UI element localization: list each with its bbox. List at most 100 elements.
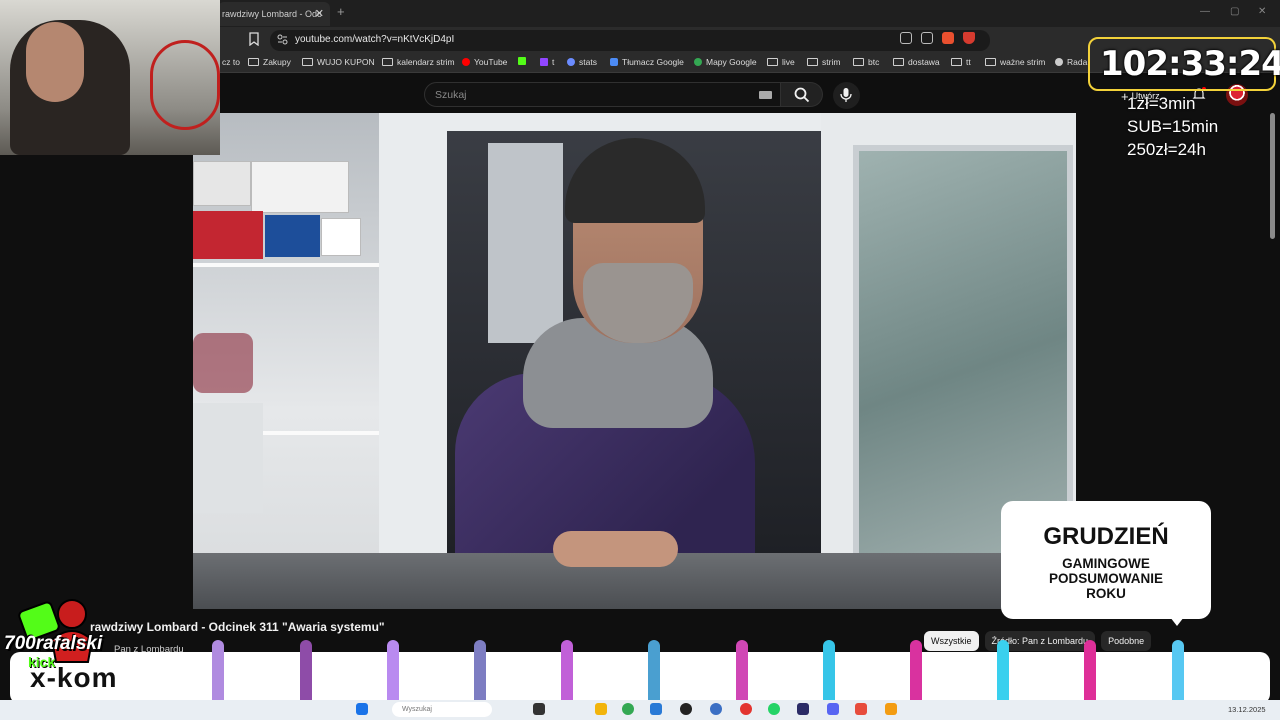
close-tab-icon[interactable]: ✕ — [315, 2, 324, 26]
webcam-face — [26, 22, 84, 102]
bookmark-folder[interactable]: Zakupy — [248, 57, 291, 67]
taskbar-app-icon[interactable] — [650, 703, 662, 715]
obs-icon[interactable] — [680, 703, 692, 715]
microphone-icon — [840, 88, 852, 102]
promo-line: PODSUMOWANIE — [1048, 571, 1163, 586]
promo-line: ROKU — [1086, 586, 1126, 601]
bookmark-item[interactable]: t — [540, 57, 554, 67]
rate-sub: SUB=15min — [1127, 117, 1219, 136]
folder-icon — [302, 58, 313, 66]
address-actions — [900, 32, 975, 44]
windows-start-icon[interactable] — [356, 703, 368, 715]
folder-icon — [807, 58, 818, 66]
bookmark-item[interactable] — [518, 57, 526, 65]
rate-big-donation: 250zł=24h — [1127, 140, 1206, 159]
new-tab-icon[interactable]: + — [337, 4, 345, 19]
scrollbar[interactable] — [1270, 113, 1275, 239]
voice-search-button[interactable] — [833, 82, 860, 109]
kick-icon — [518, 57, 526, 65]
whatsapp-icon[interactable] — [768, 703, 780, 715]
rate-donation: 1zł=3min — [1127, 94, 1196, 113]
minimize-icon[interactable]: — — [1200, 6, 1210, 17]
taskbar-search[interactable]: Wyszukaj — [392, 702, 492, 717]
product-box — [193, 211, 263, 259]
bookmark-folder[interactable]: live — [767, 57, 795, 67]
bookmark-item[interactable]: Mapy Google — [694, 57, 757, 67]
bookmark-item[interactable]: stats — [567, 57, 597, 67]
product-box — [193, 161, 251, 206]
share-icon[interactable] — [921, 32, 933, 44]
rewards-icon[interactable] — [963, 32, 975, 44]
bookmark-folder[interactable]: WUJO KUPON — [302, 57, 375, 67]
discord-icon[interactable] — [827, 703, 839, 715]
browser-tab[interactable]: rawdziwy Lombard - Odc ✕ — [218, 2, 330, 26]
folder-icon — [951, 58, 962, 66]
product-box — [321, 218, 361, 256]
product-box — [193, 403, 263, 513]
video-player[interactable] — [193, 113, 1076, 609]
chrome-icon[interactable] — [622, 703, 634, 715]
webcam-feed — [0, 0, 220, 155]
screen: rawdziwy Lombard - Odc ✕ + — ▢ ✕ youtube… — [0, 0, 1280, 720]
brave-shield-icon[interactable] — [942, 32, 954, 44]
helmet — [193, 333, 253, 393]
bookmark-item[interactable]: cz to — [222, 57, 240, 67]
bookmark-folder[interactable]: tt — [951, 57, 971, 67]
bookmark-folder[interactable]: kalendarz strim — [382, 57, 455, 67]
taskbar-app-icon[interactable] — [740, 703, 752, 715]
taskbar-app-icon[interactable] — [797, 703, 809, 715]
url-field[interactable]: youtube.com/watch?v=nKtVcKjD4pI — [270, 30, 990, 51]
bookmark-folder[interactable]: strim — [807, 57, 840, 67]
keyboard-icon[interactable] — [759, 91, 772, 99]
youtube-icon — [462, 58, 470, 66]
chip-related[interactable]: Podobne — [1101, 631, 1152, 651]
bookmark-folder[interactable]: btc — [853, 57, 879, 67]
bookmark-folder[interactable]: dostawa — [893, 57, 940, 67]
site-info-icon[interactable] — [277, 34, 288, 45]
search-button[interactable] — [781, 82, 823, 107]
taskbar-date[interactable]: 13.12.2025 — [1228, 705, 1266, 714]
explorer-icon[interactable] — [595, 703, 607, 715]
promo-line: GAMINGOWE — [1062, 556, 1150, 571]
maps-icon — [694, 58, 702, 66]
twitch-icon — [540, 58, 548, 66]
drop-icon — [1055, 58, 1063, 66]
video-title: rawdziwy Lombard - Odcinek 311 "Awaria s… — [90, 620, 385, 634]
promo-card-tail — [1170, 617, 1184, 626]
folder-icon — [248, 58, 259, 66]
tab-title: rawdziwy Lombard - Odc — [222, 9, 322, 19]
taskbar-app-icon[interactable] — [710, 703, 722, 715]
taskbar-app-icon[interactable] — [533, 703, 545, 715]
platform-label: kick — [28, 654, 56, 670]
bookmark-icon[interactable] — [248, 32, 260, 46]
folder-icon — [382, 58, 393, 66]
video-scene-shelves — [193, 113, 379, 609]
taskbar — [0, 700, 1280, 720]
timer-rates: 1zł=3min SUB=15min 250zł=24h — [1127, 92, 1218, 161]
bookmark-folder[interactable]: ważne strim — [985, 57, 1045, 67]
bookmark-item[interactable]: Tłumacz Google — [610, 57, 684, 67]
search-icon — [794, 87, 810, 103]
taskbar-app-icon[interactable] — [855, 703, 867, 715]
subathon-timer: 102:33:24 — [1100, 44, 1280, 84]
maximize-icon[interactable]: ▢ — [1230, 6, 1239, 17]
folder-icon — [893, 58, 904, 66]
promo-card: GRUDZIEŃ GAMINGOWE PODSUMOWANIE ROKU — [1001, 501, 1211, 619]
folder-icon — [767, 58, 778, 66]
product-box — [251, 161, 349, 213]
search-input[interactable]: Szukaj — [424, 82, 781, 107]
promo-title: GRUDZIEŃ — [1043, 523, 1169, 550]
streamer-name: 700rafalski — [4, 633, 103, 654]
bookmark-item[interactable]: Rada — [1055, 57, 1087, 67]
url-text: youtube.com/watch?v=nKtVcKjD4pI — [295, 34, 455, 45]
stats-icon — [567, 58, 575, 66]
close-window-icon[interactable]: ✕ — [1258, 6, 1266, 17]
recommendation-chips: Wszystkie Źródło: Pan z Lombardu Podobne — [924, 631, 1152, 651]
shelf — [193, 263, 379, 267]
folder-icon — [985, 58, 996, 66]
taskbar-app-icon[interactable] — [885, 703, 897, 715]
chip-all[interactable]: Wszystkie — [924, 631, 979, 651]
bookmark-item[interactable]: YouTube — [462, 57, 507, 67]
video-scene-fridge — [488, 143, 563, 343]
cast-icon[interactable] — [900, 32, 912, 44]
